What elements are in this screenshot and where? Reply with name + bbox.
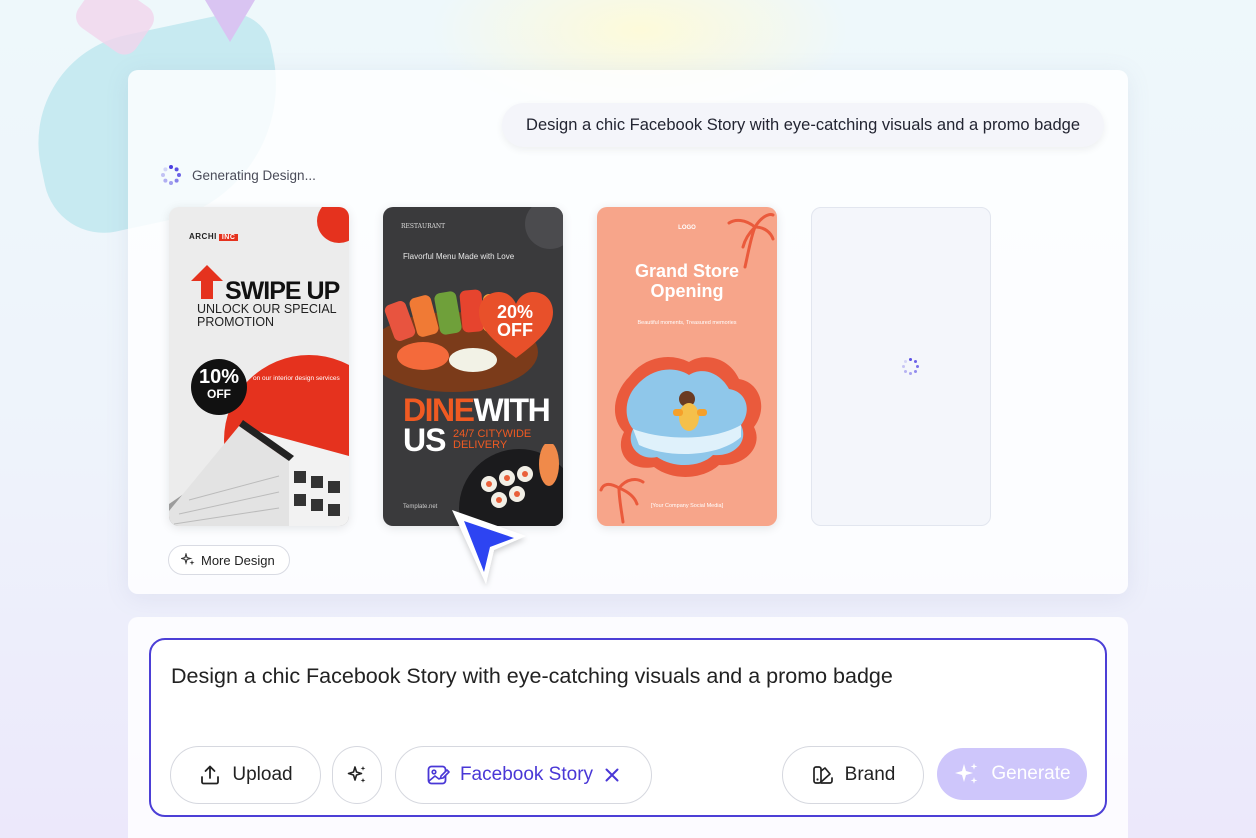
- cursor-icon: [452, 510, 526, 584]
- palm-tree-icon: [727, 213, 775, 269]
- arrow-up-icon: [191, 265, 223, 299]
- status-text: Generating Design...: [192, 167, 316, 183]
- brand-button[interactable]: Brand: [782, 746, 924, 804]
- spinner-icon: [160, 164, 182, 186]
- sparkle-icon: [181, 553, 195, 566]
- card-website: Template.net: [403, 504, 438, 510]
- sparkle-icon: [955, 763, 978, 784]
- card-footer: [Your Company Social Media]: [650, 503, 724, 509]
- generate-button[interactable]: Generate: [937, 748, 1087, 800]
- format-chip-facebook-story[interactable]: Facebook Story: [395, 746, 652, 804]
- card-logo: LOGO: [678, 225, 696, 231]
- results-panel: Design a chic Facebook Story with eye-ca…: [128, 70, 1128, 594]
- background-shape-violet: [205, 0, 255, 42]
- card-title: Grand Store Opening: [634, 261, 740, 301]
- design-card-loading: [811, 207, 991, 526]
- decor-circle: [317, 207, 349, 243]
- card-logo: RESTAURANT: [401, 223, 446, 230]
- background-shape-pink: [70, 0, 160, 61]
- decor-circle: [525, 207, 563, 249]
- generating-status: Generating Design...: [160, 164, 316, 186]
- promo-badge: 20% OFF: [496, 302, 534, 340]
- card-logo: ARCHI INC: [189, 232, 239, 241]
- prompt-bubble: Design a chic Facebook Story with eye-ca…: [502, 103, 1104, 147]
- more-design-label: More Design: [201, 552, 275, 568]
- promo-badge: 10% OFF: [191, 359, 247, 415]
- beach-photo-image: [614, 357, 762, 477]
- upload-icon: [201, 765, 220, 785]
- brand-icon: [812, 766, 833, 784]
- card-tagline: Flavorful Menu Made with Love: [403, 252, 515, 261]
- card-subtitle: Beautiful moments, Treasured memories: [637, 320, 737, 326]
- promo-note: on our interior design services: [253, 375, 340, 382]
- brand-label: Brand: [844, 764, 896, 785]
- design-card-swipe-up[interactable]: ARCHI INC SWIPE UP UNLOCK OUR SPECIAL PRO…: [169, 207, 349, 526]
- card-subtitle: UNLOCK OUR SPECIAL PROMOTION: [197, 302, 337, 329]
- generate-label: Generate: [991, 763, 1071, 784]
- card-headline: DINEWITH: [403, 392, 551, 428]
- spinner-icon: [900, 356, 922, 378]
- card-headline-us: US: [403, 422, 446, 458]
- prompt-input-text[interactable]: Design a chic Facebook Story with eye-ca…: [171, 664, 893, 689]
- magic-enhance-button[interactable]: [332, 746, 382, 804]
- design-card-grand-store[interactable]: LOGO Grand Store Opening Beautiful moment…: [597, 207, 777, 526]
- format-chip-label: Facebook Story: [459, 764, 594, 785]
- more-design-button[interactable]: More Design: [168, 545, 290, 575]
- upload-button[interactable]: Upload: [170, 746, 321, 804]
- close-icon[interactable]: [603, 766, 621, 784]
- building-image: [169, 420, 349, 526]
- prompt-input[interactable]: Design a chic Facebook Story with eye-ca…: [149, 638, 1107, 817]
- design-card-dine-with-us[interactable]: RESTAURANT Flavorful Menu Made with Love…: [383, 207, 563, 526]
- image-edit-icon: [427, 765, 450, 785]
- upload-label: Upload: [232, 764, 293, 785]
- composer-panel: Design a chic Facebook Story with eye-ca…: [128, 617, 1128, 838]
- sparkle-icon: [347, 766, 366, 783]
